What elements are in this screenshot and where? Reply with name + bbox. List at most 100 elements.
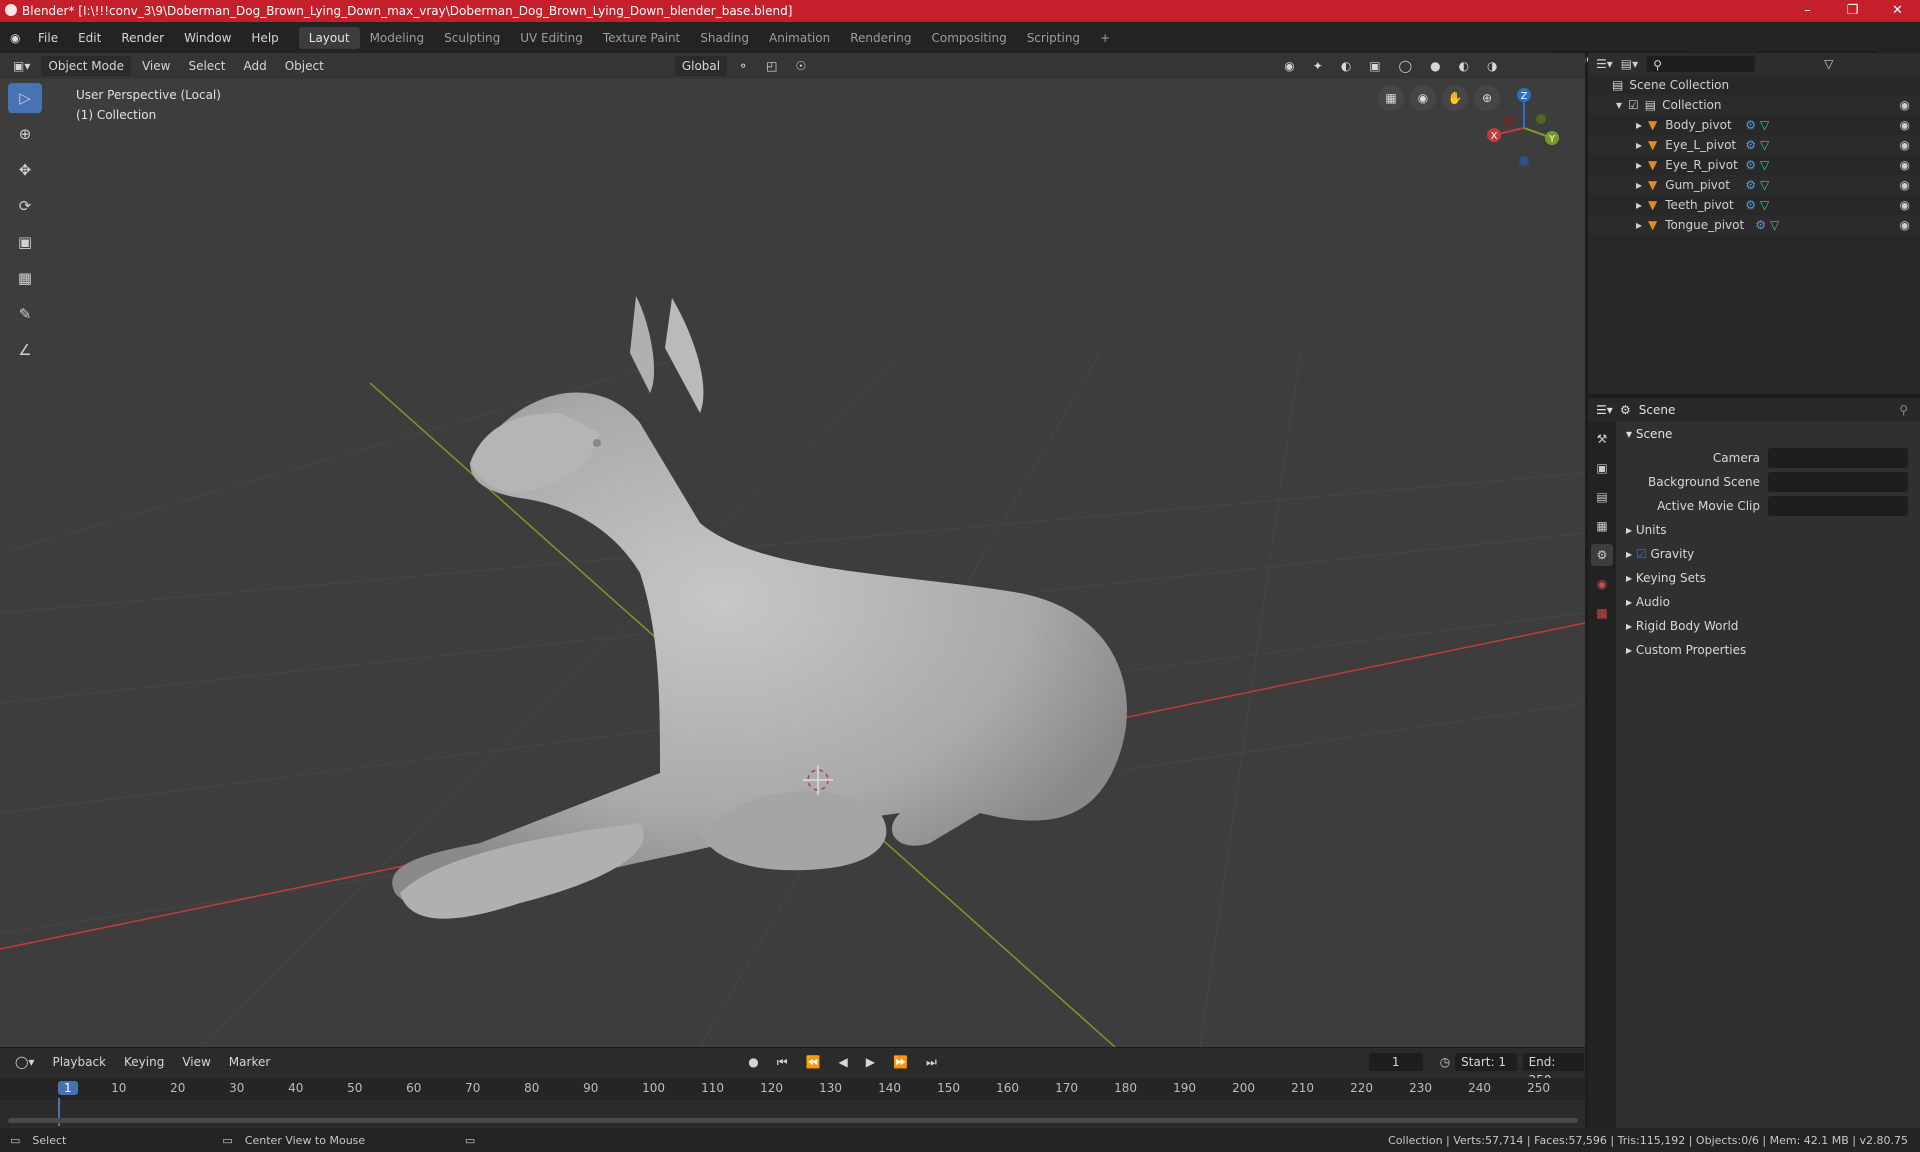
proportional-edit-icon[interactable]: ☉ (789, 56, 814, 76)
tab-texture-paint[interactable]: Texture Paint (593, 27, 690, 49)
menu-keying[interactable]: Keying (117, 1052, 171, 1072)
blender-menu-icon[interactable]: ◉ (10, 31, 28, 45)
properties-editor-icon[interactable]: ☰▾ (1596, 403, 1613, 417)
close-icon[interactable]: ✕ (1875, 0, 1920, 22)
menu-window[interactable]: Window (174, 31, 241, 45)
menu-timeline-view[interactable]: View (175, 1052, 217, 1072)
add-workspace-button[interactable]: + (1090, 27, 1120, 49)
viewport-menu-view[interactable]: View (135, 56, 177, 76)
expand-arrow-icon[interactable]: ▸ (1636, 138, 1642, 152)
tab-scripting[interactable]: Scripting (1017, 27, 1090, 49)
gizmo-toggle-icon[interactable]: ✦ (1306, 56, 1330, 76)
tab-animation[interactable]: Animation (759, 27, 840, 49)
modifier-icon[interactable]: ⚙ (1745, 198, 1756, 212)
modifier-icon[interactable]: ⚙ (1745, 118, 1756, 132)
record-icon[interactable]: ● (741, 1052, 765, 1072)
eye-icon[interactable]: ◉ (1900, 158, 1910, 172)
outliner-search-input[interactable]: ⚲ (1646, 55, 1757, 73)
object-mode-dropdown[interactable]: Object Mode (41, 56, 131, 76)
list-item[interactable]: ▸ ▼ Eye_L_pivot ⚙ ▽ ◉ (1588, 135, 1920, 155)
clock-icon[interactable]: ◷ (1440, 1055, 1450, 1069)
xray-icon[interactable]: ▣ (1362, 56, 1387, 76)
tab-rendering[interactable]: Rendering (840, 27, 921, 49)
tab-layout[interactable]: Layout (298, 26, 360, 49)
view-layer-tab-icon[interactable]: ▦ (1591, 515, 1613, 537)
modifier-icon[interactable]: ⚙ (1755, 218, 1766, 232)
background-scene-field[interactable] (1768, 472, 1908, 492)
display-mode-icon[interactable]: ▤▾ (1621, 57, 1638, 71)
viewport-menu-add[interactable]: Add (236, 56, 273, 76)
navigation-gizmo[interactable]: Z X Y (1479, 83, 1569, 173)
render-tab-icon[interactable]: ▣ (1591, 457, 1613, 479)
modifier-icon[interactable]: ⚙ (1745, 138, 1756, 152)
mesh-icon[interactable]: ▽ (1760, 178, 1769, 192)
snap-icon[interactable]: ◰ (759, 56, 784, 76)
measure-tool-icon[interactable]: ∠ (8, 335, 42, 365)
scene-tab-icon[interactable]: ⚙ (1591, 544, 1613, 566)
camera-view-icon[interactable]: ◉ (1410, 85, 1436, 111)
mesh-icon[interactable]: ▽ (1760, 158, 1769, 172)
visibility-icon[interactable]: ◉ (1277, 56, 1301, 76)
tool-tab-icon[interactable]: ⚒ (1591, 428, 1613, 450)
output-tab-icon[interactable]: ▤ (1591, 486, 1613, 508)
menu-edit[interactable]: Edit (68, 31, 111, 45)
texture-tab-icon[interactable]: ▩ (1591, 602, 1613, 624)
annotate-tool-icon[interactable]: ✎ (8, 299, 42, 329)
outliner-editor-icon[interactable]: ☰▾ (1596, 57, 1613, 71)
eye-icon[interactable]: ◉ (1900, 118, 1910, 132)
mesh-icon[interactable]: ▽ (1760, 138, 1769, 152)
menu-help[interactable]: Help (241, 31, 288, 45)
perspective-toggle-icon[interactable]: ▦ (1378, 85, 1404, 111)
next-keyframe-icon[interactable]: ⏩ (886, 1052, 915, 1072)
cursor-tool-icon[interactable]: ⊕ (8, 119, 42, 149)
shading-wireframe-icon[interactable]: ◯ (1392, 56, 1419, 76)
list-item[interactable]: ▸ ▼ Teeth_pivot ⚙ ▽ ◉ (1588, 195, 1920, 215)
list-item[interactable]: ▸ ▼ Tongue_pivot ⚙ ▽ ◉ (1588, 215, 1920, 235)
menu-file[interactable]: File (28, 31, 68, 45)
modifier-icon[interactable]: ⚙ (1745, 178, 1756, 192)
select-box-icon[interactable]: ▷ (8, 83, 42, 113)
eye-icon[interactable]: ◉ (1900, 218, 1910, 232)
scene-panel-header[interactable]: ▾ Scene (1616, 422, 1920, 446)
jump-start-icon[interactable]: ⏮ (770, 1052, 795, 1072)
shading-rendered-icon[interactable]: ◑ (1480, 56, 1504, 76)
camera-field[interactable] (1768, 448, 1908, 468)
play-reverse-icon[interactable]: ◀ (832, 1052, 855, 1072)
shading-material-icon[interactable]: ◐ (1452, 56, 1476, 76)
subpanel-audio[interactable]: ▸ Audio (1616, 590, 1920, 614)
rotate-tool-icon[interactable]: ⟳ (8, 191, 42, 221)
scene-collection-row[interactable]: ▤ Scene Collection (1588, 75, 1920, 95)
timeline-editor-icon[interactable]: ◯▾ (8, 1052, 41, 1072)
expand-arrow-icon[interactable]: ▾ (1616, 98, 1622, 112)
expand-arrow-icon[interactable]: ▸ (1636, 158, 1642, 172)
eye-icon[interactable]: ◉ (1900, 178, 1910, 192)
modifier-icon[interactable]: ⚙ (1745, 158, 1756, 172)
expand-arrow-icon[interactable]: ▸ (1636, 218, 1642, 232)
editor-type-icon[interactable]: ▣▾ (6, 56, 37, 76)
tab-shading[interactable]: Shading (690, 27, 759, 49)
start-frame-field[interactable]: Start: 1 (1454, 1052, 1518, 1072)
movie-clip-field[interactable] (1768, 496, 1908, 516)
tab-sculpting[interactable]: Sculpting (434, 27, 510, 49)
jump-end-icon[interactable]: ⏭ (919, 1052, 944, 1072)
pin-icon[interactable]: ⚲ (1899, 403, 1908, 417)
list-item[interactable]: ▸ ▼ Body_pivot ⚙ ▽ ◉ (1588, 115, 1920, 135)
menu-marker[interactable]: Marker (222, 1052, 277, 1072)
viewport-menu-select[interactable]: Select (181, 56, 232, 76)
play-icon[interactable]: ▶ (859, 1052, 882, 1072)
transform-tool-icon[interactable]: ▦ (8, 263, 42, 293)
shading-solid-icon[interactable]: ● (1423, 56, 1447, 76)
orientation-dropdown[interactable]: Global (674, 56, 728, 76)
frame-ruler[interactable]: 1 10 20 30 40 50 60 70 80 90 100 110 120 130 140 150 160… (0, 1078, 1585, 1126)
world-tab-icon[interactable]: ◉ (1591, 573, 1613, 595)
tab-modeling[interactable]: Modeling (360, 27, 435, 49)
collection-row[interactable]: ▾ ☑ ▤ Collection ◉ (1588, 95, 1920, 115)
scale-tool-icon[interactable]: ▣ (8, 227, 42, 257)
pivot-icon[interactable]: ⚬ (731, 56, 755, 76)
maximize-icon[interactable]: ❐ (1830, 0, 1875, 22)
menu-playback[interactable]: Playback (45, 1052, 113, 1072)
end-frame-field[interactable]: End: 250 (1521, 1052, 1585, 1087)
gravity-checkbox[interactable]: ☑ (1636, 547, 1647, 561)
prev-keyframe-icon[interactable]: ⏪ (799, 1052, 828, 1072)
expand-arrow-icon[interactable]: ▸ (1636, 118, 1642, 132)
